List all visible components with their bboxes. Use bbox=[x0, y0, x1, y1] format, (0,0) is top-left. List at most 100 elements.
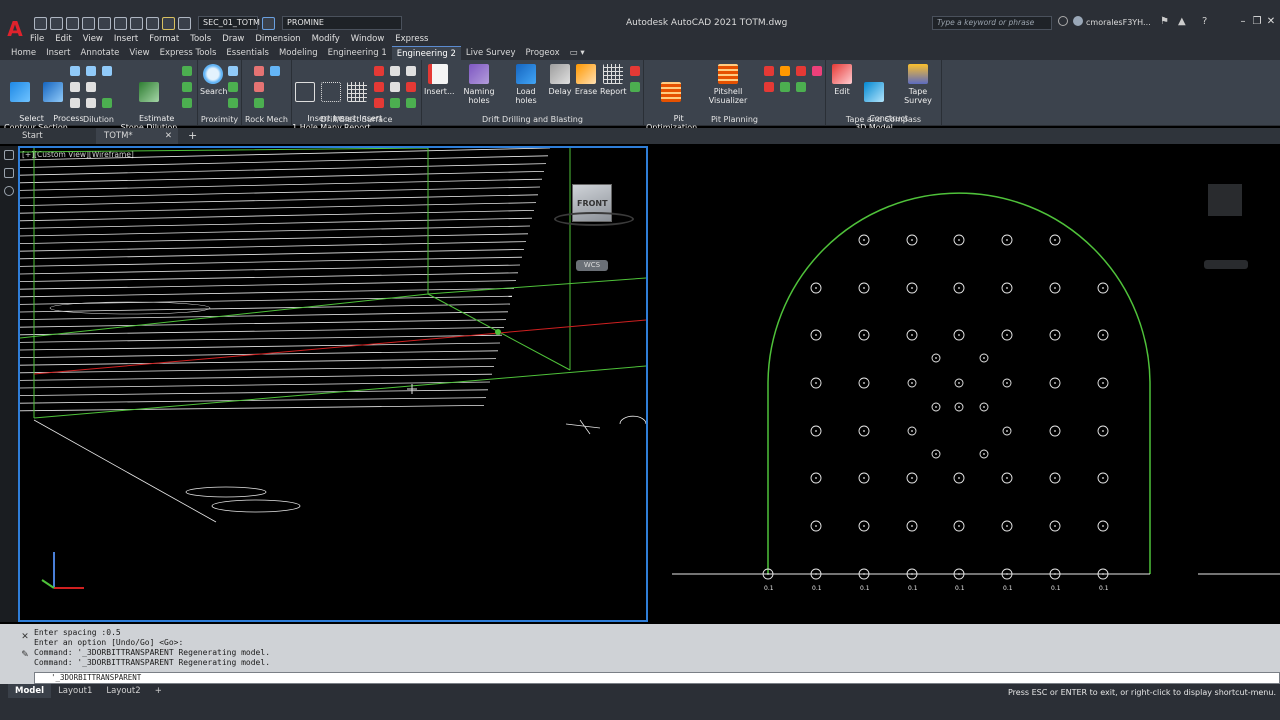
user-icon[interactable] bbox=[1073, 16, 1083, 26]
viewcube-faded[interactable] bbox=[1208, 184, 1242, 216]
tab-annotate[interactable]: Annotate bbox=[76, 46, 125, 60]
autocad-logo-icon[interactable]: A bbox=[4, 18, 26, 40]
command-input[interactable]: '_3DORBITTRANSPARENT bbox=[34, 672, 1280, 684]
layer-icon[interactable] bbox=[178, 16, 191, 30]
search-icon[interactable] bbox=[1058, 16, 1068, 26]
menu-file[interactable]: File bbox=[30, 33, 44, 45]
check-icon[interactable] bbox=[390, 98, 400, 108]
menu-view[interactable]: View bbox=[83, 33, 103, 45]
drill-tool-icon-7[interactable] bbox=[374, 98, 384, 108]
pit-tool-icon-1[interactable] bbox=[764, 66, 774, 76]
tab-essentials[interactable]: Essentials bbox=[221, 46, 274, 60]
save-as-icon[interactable] bbox=[82, 16, 95, 30]
proximity-tool-icon[interactable] bbox=[228, 66, 238, 76]
viewport-3d-wireframe[interactable]: [+][Custom View][Wireframe] FRONT WCS bbox=[18, 146, 648, 622]
rock-mech-tool-icon-1[interactable] bbox=[254, 66, 264, 76]
dilution-tool-icon-4[interactable] bbox=[70, 82, 80, 92]
menu-tools[interactable]: Tools bbox=[190, 33, 211, 45]
rock-mech-tool-icon-2[interactable] bbox=[270, 66, 280, 76]
check-icon[interactable] bbox=[254, 98, 264, 108]
drill-tool-icon-4[interactable] bbox=[374, 82, 384, 92]
wcs-menu[interactable]: WCS bbox=[576, 260, 608, 271]
minimize-icon[interactable]: – bbox=[1236, 16, 1250, 28]
check-icon[interactable] bbox=[182, 66, 192, 76]
close-command-icon[interactable]: ✕ bbox=[20, 632, 30, 642]
drift-tool-icon[interactable] bbox=[630, 66, 640, 76]
pit-tool-icon-4[interactable] bbox=[812, 66, 822, 76]
help-icon[interactable]: ? bbox=[1202, 16, 1207, 27]
tab-view[interactable]: View bbox=[124, 46, 154, 60]
tab-start[interactable]: Start bbox=[14, 128, 94, 144]
new-tab-plus-icon[interactable]: + bbox=[180, 128, 200, 144]
exchange-icon[interactable]: ▲ bbox=[1178, 16, 1186, 27]
profile-combo[interactable]: PROMINE bbox=[282, 16, 402, 30]
tab-insert[interactable]: Insert bbox=[41, 46, 75, 60]
delay-button[interactable]: Delay bbox=[548, 64, 572, 96]
dilution-tool-icon-3[interactable] bbox=[102, 66, 112, 76]
redo-icon[interactable] bbox=[146, 16, 159, 30]
properties-icon[interactable] bbox=[4, 168, 14, 178]
wcs-menu-faded[interactable] bbox=[1204, 260, 1248, 269]
ribbon-options-icon[interactable]: ▭ ▾ bbox=[565, 46, 590, 60]
check-icon[interactable] bbox=[796, 82, 806, 92]
save-icon[interactable] bbox=[66, 16, 79, 30]
add-layout-plus-icon[interactable]: + bbox=[148, 684, 169, 698]
menu-window[interactable]: Window bbox=[351, 33, 385, 45]
erase-button[interactable]: Erase bbox=[574, 64, 598, 96]
tab-modeling[interactable]: Modeling bbox=[274, 46, 323, 60]
tab-engineering-2[interactable]: Engineering 2 bbox=[391, 46, 461, 60]
undo-icon[interactable] bbox=[130, 16, 143, 30]
check-icon[interactable] bbox=[182, 82, 192, 92]
user-name[interactable]: cmoralesF3YH... bbox=[1086, 18, 1151, 27]
tab-totm[interactable]: TOTM* ✕ bbox=[96, 128, 178, 144]
edit-button[interactable]: Edit bbox=[830, 64, 854, 96]
new-file-icon[interactable] bbox=[34, 16, 47, 30]
dilution-tool-icon-2[interactable] bbox=[86, 66, 96, 76]
pit-tool-icon-2[interactable] bbox=[780, 66, 790, 76]
report-button[interactable]: Report bbox=[600, 64, 627, 96]
tab-live-survey[interactable]: Live Survey bbox=[461, 46, 521, 60]
dilution-tool-icon-1[interactable] bbox=[70, 66, 80, 76]
rock-mech-tool-icon-3[interactable] bbox=[254, 82, 264, 92]
drill-tool-icon-3[interactable] bbox=[406, 66, 416, 76]
tab-layout1[interactable]: Layout1 bbox=[51, 684, 99, 698]
restore-icon[interactable]: ❐ bbox=[1250, 16, 1264, 28]
tab-home[interactable]: Home bbox=[6, 46, 41, 60]
menu-insert[interactable]: Insert bbox=[114, 33, 138, 45]
tab-layout2[interactable]: Layout2 bbox=[99, 684, 147, 698]
viewport-2d-section[interactable]: 0.1 0.1 0.1 0.1 0.1 0.1 0.1 0.1 bbox=[652, 146, 1280, 622]
check-icon[interactable] bbox=[228, 98, 238, 108]
drill-tool-icon-5[interactable] bbox=[390, 82, 400, 92]
cart-icon[interactable]: ⚑ bbox=[1160, 16, 1169, 27]
customize-command-icon[interactable]: ✎ bbox=[20, 650, 30, 660]
dilution-tool-icon-6[interactable] bbox=[70, 98, 80, 108]
layer-panel-icon[interactable] bbox=[4, 150, 14, 160]
viewcube-compass-ring[interactable] bbox=[554, 212, 634, 226]
drill-tool-icon-1[interactable] bbox=[374, 66, 384, 76]
navigation-icon[interactable] bbox=[4, 186, 14, 196]
dilution-tool-icon-5[interactable] bbox=[86, 82, 96, 92]
check-icon[interactable] bbox=[406, 98, 416, 108]
menu-express[interactable]: Express bbox=[395, 33, 428, 45]
pit-tool-icon-5[interactable] bbox=[764, 82, 774, 92]
check-icon[interactable] bbox=[102, 98, 112, 108]
pit-tool-icon-3[interactable] bbox=[796, 66, 806, 76]
drill-tool-icon-6[interactable] bbox=[406, 82, 416, 92]
menu-dimension[interactable]: Dimension bbox=[255, 33, 300, 45]
pitshell-visualizer-button[interactable]: Pitshell Visualizer bbox=[698, 64, 758, 105]
tab-express-tools[interactable]: Express Tools bbox=[155, 46, 222, 60]
dilution-tool-icon-7[interactable] bbox=[86, 98, 96, 108]
menu-draw[interactable]: Draw bbox=[222, 33, 244, 45]
menu-format[interactable]: Format bbox=[149, 33, 179, 45]
naming-holes-button[interactable]: Naming holes bbox=[454, 64, 504, 105]
check-icon[interactable] bbox=[630, 82, 640, 92]
insert-drift-button[interactable]: Insert... bbox=[424, 64, 455, 96]
check-icon[interactable] bbox=[228, 82, 238, 92]
workspace-icon[interactable] bbox=[262, 16, 275, 30]
tab-progeox[interactable]: Progeox bbox=[521, 46, 565, 60]
lightbulb-icon[interactable] bbox=[162, 16, 175, 30]
tab-model[interactable]: Model bbox=[8, 684, 52, 698]
print-icon[interactable] bbox=[98, 16, 111, 30]
close-tab-icon[interactable]: ✕ bbox=[165, 128, 172, 144]
load-holes-button[interactable]: Load holes bbox=[506, 64, 546, 105]
